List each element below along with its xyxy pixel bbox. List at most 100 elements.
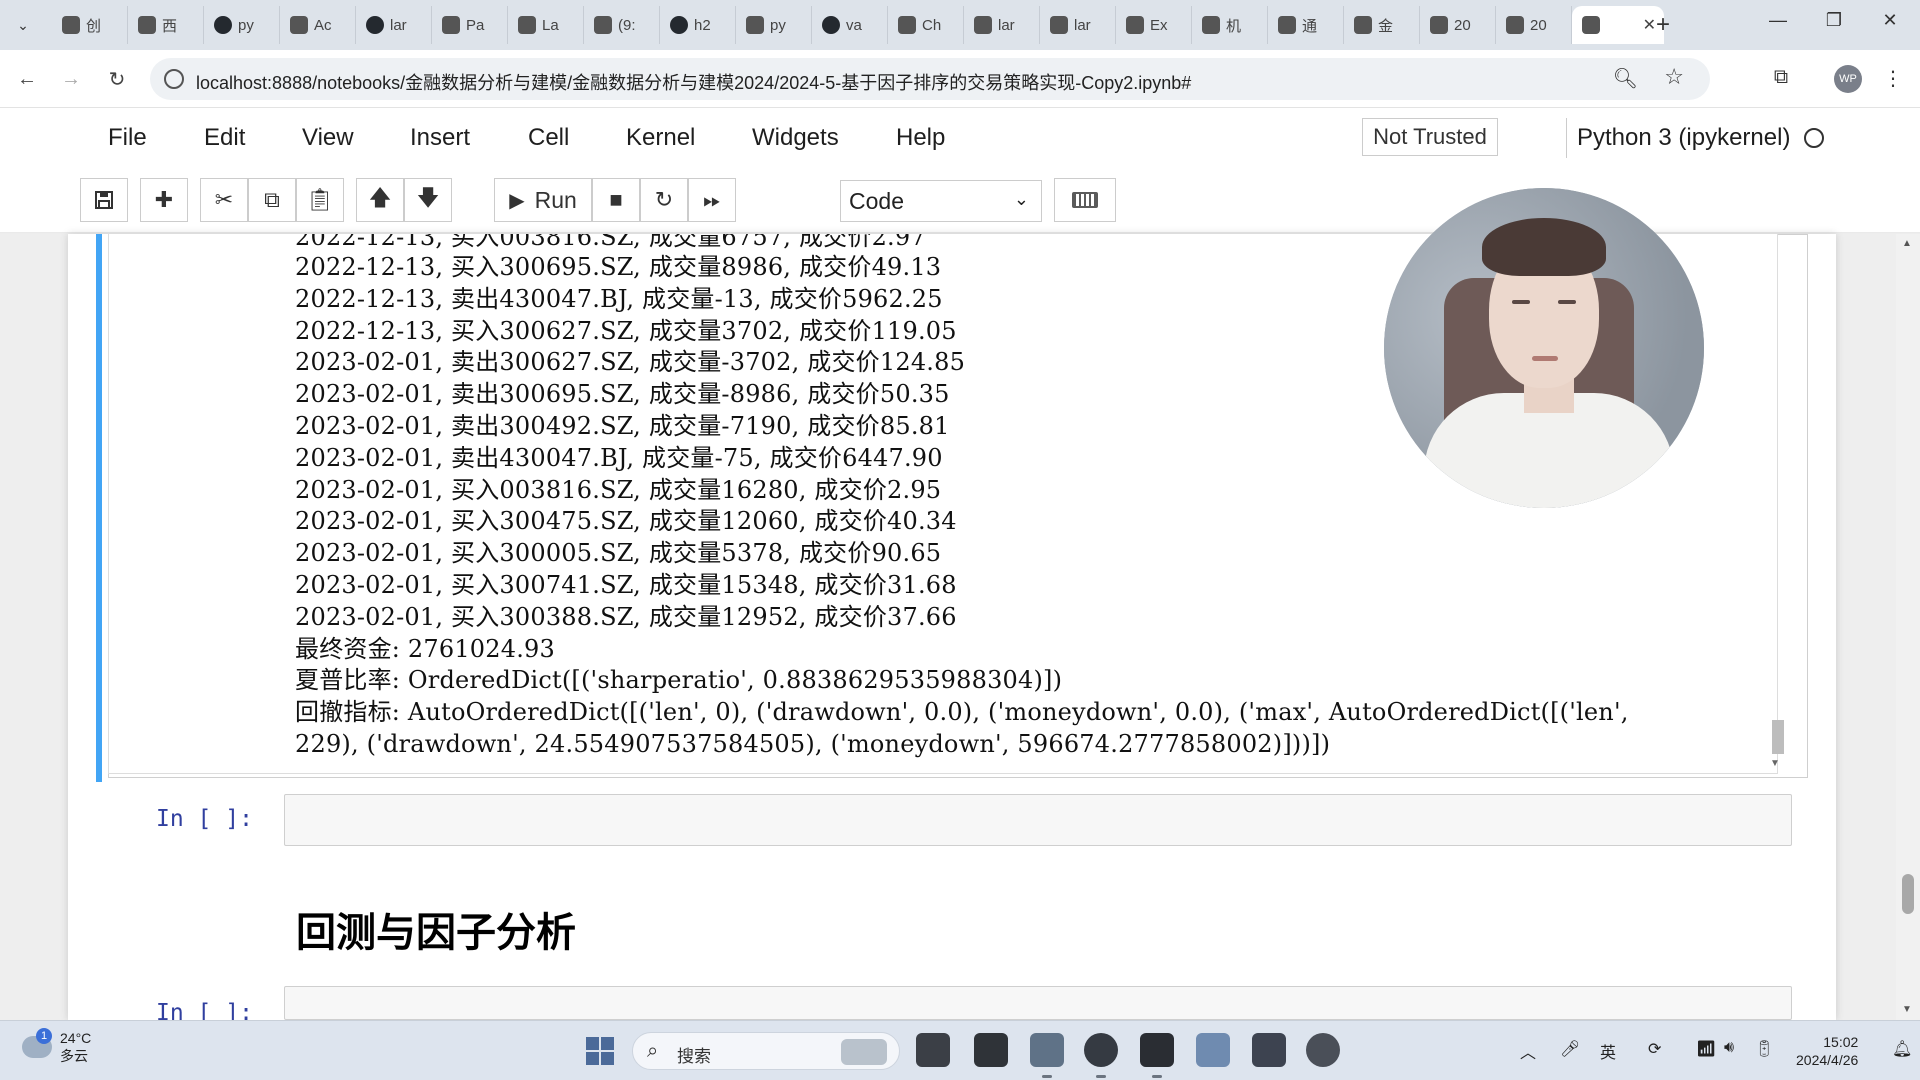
trust-status-button[interactable]: Not Trusted — [1362, 118, 1498, 156]
tab-label: lar — [390, 16, 407, 34]
restart-icon[interactable]: ↻ — [640, 178, 688, 222]
interrupt-stop-icon[interactable]: ■ — [592, 178, 640, 222]
menu-kernel[interactable]: Kernel — [626, 124, 695, 152]
url-text[interactable]: localhost:8888/notebooks/金融数据分析与建模/金融数据分… — [196, 69, 1191, 95]
browser-tab[interactable]: 西 — [128, 6, 204, 44]
page-scrollbar-thumb[interactable] — [1902, 874, 1914, 914]
menu-help[interactable]: Help — [896, 124, 945, 152]
insert-cell-icon[interactable]: ✚ — [140, 178, 188, 222]
chevron-up-icon[interactable]: ︿ — [1520, 1039, 1536, 1063]
fast-forward-icon[interactable]: ⏩︎ — [688, 178, 736, 222]
new-tab-button[interactable]: + — [1648, 10, 1678, 40]
browser-tab[interactable]: 创 — [52, 6, 128, 44]
taskbar-search[interactable]: ⌕ 搜索 — [632, 1032, 900, 1070]
input-method-icon[interactable]: 英 — [1600, 1039, 1616, 1063]
output-scroll-down-icon[interactable]: ▼ — [1770, 758, 1780, 769]
move-up-icon[interactable]: 🡅 — [356, 178, 404, 222]
cell-type-select[interactable]: Code ⌄ — [840, 180, 1042, 222]
scroll-down-icon[interactable]: ▼ — [1902, 1004, 1912, 1015]
webcam-eye — [1512, 300, 1530, 304]
wifi-icon[interactable]: 📶︎ — [1696, 1039, 1716, 1059]
menu-view[interactable]: View — [302, 124, 354, 152]
tab-label: Ch — [922, 16, 942, 34]
microphone-icon[interactable]: 🎤︎ — [1560, 1039, 1580, 1059]
file-explorer-icon[interactable] — [1030, 1033, 1064, 1067]
save-icon[interactable] — [80, 178, 128, 222]
running-indicator — [1042, 1075, 1052, 1078]
browser-tab[interactable]: Ch — [888, 6, 964, 44]
start-windows-icon[interactable] — [586, 1037, 614, 1065]
browser-tab[interactable]: 通 — [1268, 6, 1344, 44]
tab-search-button[interactable]: ⌄ — [8, 12, 38, 38]
output-scrollbar-thumb[interactable] — [1772, 720, 1784, 754]
zoom-icon[interactable]: 🔍︎ — [1613, 66, 1638, 91]
close-window-button[interactable]: ✕ — [1870, 10, 1910, 31]
forward-button[interactable]: → — [56, 64, 86, 94]
browser-tab[interactable]: La — [508, 6, 584, 44]
tab-label: 创 — [86, 17, 102, 35]
terminal-icon[interactable] — [1140, 1033, 1174, 1067]
empty-code-cell-input[interactable] — [284, 794, 1792, 846]
browser-tab[interactable]: 20 — [1420, 6, 1496, 44]
tab-icon — [442, 16, 460, 34]
tab-label: lar — [1074, 16, 1091, 34]
sync-icon[interactable]: ⟳ — [1648, 1039, 1661, 1059]
battery-icon[interactable]: 🔋︎ — [1754, 1039, 1774, 1059]
site-info-icon[interactable] — [164, 69, 184, 89]
wps-icon[interactable] — [1252, 1033, 1286, 1067]
notifications-bell-icon[interactable]: 🔔︎ — [1892, 1039, 1912, 1059]
menu-cell[interactable]: Cell — [528, 124, 569, 152]
system-clock[interactable]: 15:02 2024/4/26 — [1796, 1033, 1858, 1069]
browser-tab[interactable]: py — [736, 6, 812, 44]
back-button[interactable]: ← — [12, 64, 42, 94]
weather-widget[interactable]: 1 24°C 多云 — [22, 1028, 91, 1065]
menu-file[interactable]: File — [108, 124, 147, 152]
kernel-indicator[interactable]: Python 3 (ipykernel) — [1566, 118, 1825, 158]
bookmark-star-icon[interactable]: ☆ — [1664, 64, 1684, 90]
browser-tab[interactable]: (9: — [584, 6, 660, 44]
copy-icon[interactable]: ⧉ — [248, 178, 296, 222]
browser-tab[interactable]: lar — [356, 6, 432, 44]
browser-tab[interactable]: va — [812, 6, 888, 44]
run-button[interactable]: ▶ Run — [494, 178, 592, 222]
menu-edit[interactable]: Edit — [204, 124, 245, 152]
app-icon[interactable] — [974, 1033, 1008, 1067]
browser-tab[interactable]: 金 — [1344, 6, 1420, 44]
tab-label: (9: — [618, 16, 636, 34]
move-down-icon[interactable]: 🡇 — [404, 178, 452, 222]
browser-tab[interactable]: h2 — [660, 6, 736, 44]
browser-tab[interactable]: py — [204, 6, 280, 44]
browser-tab[interactable]: Ac — [280, 6, 356, 44]
browser-tab[interactable]: lar — [1040, 6, 1116, 44]
browser-tab[interactable]: Ex — [1116, 6, 1192, 44]
volume-icon[interactable]: 🔊︎ — [1724, 1039, 1734, 1057]
recorder-icon[interactable] — [1306, 1033, 1340, 1067]
menu-widgets[interactable]: Widgets — [752, 124, 839, 152]
browser-tab[interactable]: lar — [964, 6, 1040, 44]
scroll-up-icon[interactable]: ▲ — [1902, 238, 1912, 249]
tab-icon — [1278, 16, 1296, 34]
tab-label: py — [770, 16, 786, 34]
browser-tab[interactable]: 机 — [1192, 6, 1268, 44]
cut-icon[interactable]: ✂ — [200, 178, 248, 222]
vscode-icon[interactable] — [1196, 1033, 1230, 1067]
browser-tab[interactable]: Pa — [432, 6, 508, 44]
reload-icon[interactable]: ↻ — [102, 64, 132, 94]
menu-insert[interactable]: Insert — [410, 124, 470, 152]
task-view-icon[interactable] — [916, 1033, 950, 1067]
address-bar[interactable]: localhost:8888/notebooks/金融数据分析与建模/金融数据分… — [150, 58, 1710, 100]
tab-icon — [62, 16, 80, 34]
empty-code-cell-input-2[interactable] — [284, 986, 1792, 1020]
webcam-mouth — [1532, 356, 1558, 361]
chrome-icon[interactable] — [1084, 1033, 1118, 1067]
restore-button[interactable]: ❐ — [1814, 10, 1854, 31]
browser-menu-icon[interactable]: ⋮ — [1880, 66, 1906, 92]
command-palette-button[interactable] — [1054, 178, 1116, 222]
browser-tab[interactable]: 20 — [1496, 6, 1572, 44]
tab-icon — [1354, 16, 1372, 34]
profile-avatar[interactable]: WP — [1834, 65, 1862, 93]
extensions-icon[interactable]: ⧉ — [1768, 66, 1794, 92]
paste-icon[interactable]: 📋︎ — [296, 178, 344, 222]
github-icon — [214, 16, 232, 34]
minimize-button[interactable]: — — [1758, 10, 1798, 31]
